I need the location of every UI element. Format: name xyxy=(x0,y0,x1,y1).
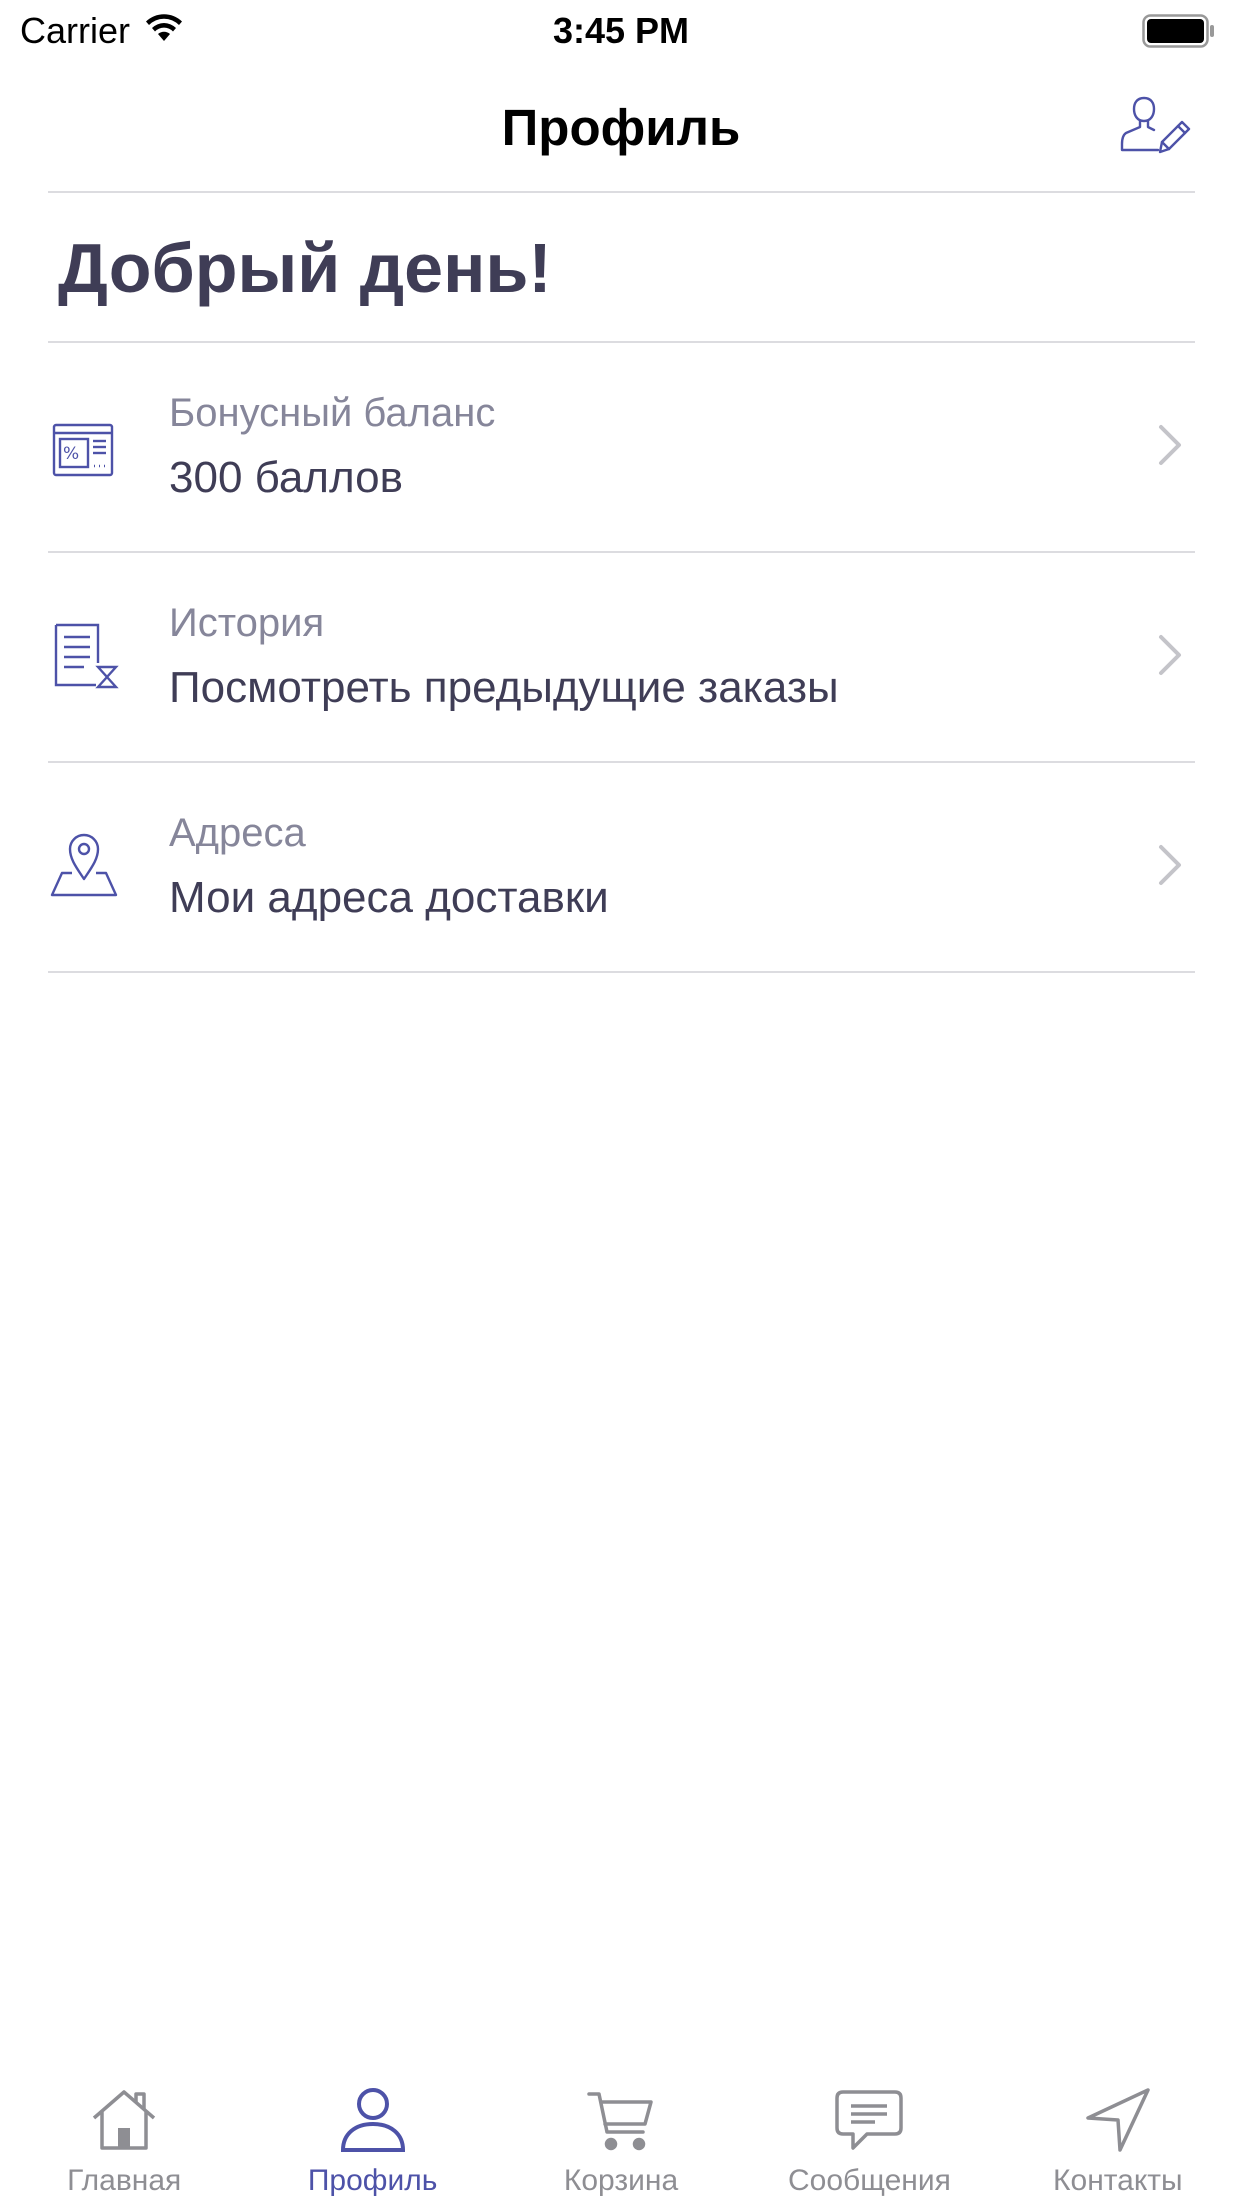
row-caption: Адреса xyxy=(169,811,306,855)
menu-row-history[interactable]: История Посмотреть предыдущие заказы xyxy=(48,553,1195,761)
row-caption: История xyxy=(169,601,325,645)
tab-home[interactable]: Главная xyxy=(0,2068,248,2208)
map-pin-icon xyxy=(50,833,118,897)
profile-screen: Carrier 3:45 PM Профиль Добрый день! % Б… xyxy=(0,0,1242,2208)
divider xyxy=(48,971,1195,973)
row-value: Мои адреса доставки xyxy=(169,873,609,922)
row-value: Посмотреть предыдущие заказы xyxy=(169,663,839,712)
status-bar: Carrier 3:45 PM xyxy=(0,0,1242,62)
tab-contacts[interactable]: Контакты xyxy=(994,2068,1242,2208)
tab-label: Контакты xyxy=(1053,2164,1183,2197)
tab-label: Профиль xyxy=(307,2164,438,2197)
tab-messages[interactable]: Сообщения xyxy=(745,2068,993,2208)
tab-profile[interactable]: Профиль xyxy=(248,2068,496,2208)
greeting-heading: Добрый день! xyxy=(58,229,552,307)
page-title: Профиль xyxy=(501,99,741,156)
bonus-card-icon: % xyxy=(52,423,114,477)
battery-icon xyxy=(1142,14,1216,53)
divider xyxy=(48,191,1195,193)
navigation-bar: Профиль xyxy=(0,62,1242,192)
tab-label: Сообщения xyxy=(788,2164,951,2197)
chevron-right-icon xyxy=(1159,635,1181,675)
tab-bar: Главная Профиль Корзина Сообщения Контак… xyxy=(0,2068,1242,2208)
row-value: 300 баллов xyxy=(169,453,403,502)
navigation-arrow-icon xyxy=(1086,2088,1150,2152)
user-icon xyxy=(340,2088,405,2152)
svg-text:%: % xyxy=(63,444,79,464)
user-edit-icon xyxy=(1120,96,1191,154)
home-icon xyxy=(93,2090,156,2150)
status-time: 3:45 PM xyxy=(552,10,690,51)
order-history-icon xyxy=(54,623,119,689)
chevron-right-icon xyxy=(1159,845,1181,885)
edit-profile-button[interactable] xyxy=(1120,92,1192,164)
tab-cart[interactable]: Корзина xyxy=(497,2068,745,2208)
chat-icon xyxy=(835,2090,904,2150)
menu-row-addresses[interactable]: Адреса Мои адреса доставки xyxy=(48,763,1195,971)
menu-row-bonus-balance[interactable]: % Бонусный баланс 300 баллов xyxy=(48,343,1195,551)
row-caption: Бонусный баланс xyxy=(169,391,496,435)
tab-label: Главная xyxy=(67,2164,182,2197)
cart-icon xyxy=(587,2092,653,2151)
chevron-right-icon xyxy=(1159,425,1181,465)
tab-label: Корзина xyxy=(563,2164,679,2197)
